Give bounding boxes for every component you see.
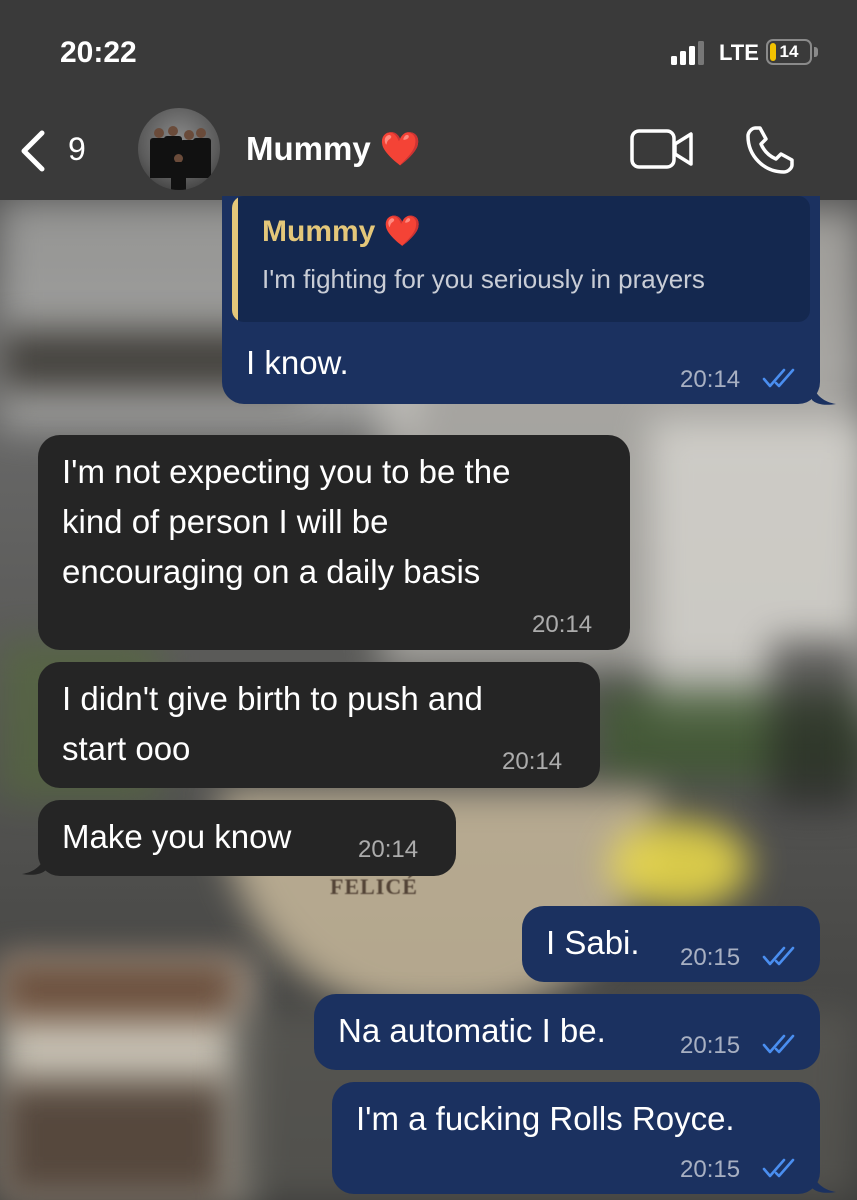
message-text-line: start ooo bbox=[62, 730, 191, 767]
network-type: LTE bbox=[719, 40, 759, 65]
double-check-icon bbox=[762, 1158, 795, 1178]
battery-nub bbox=[814, 47, 818, 57]
message-text-line: I didn't give birth to push and bbox=[62, 680, 483, 717]
message-time: 20:14 bbox=[532, 611, 593, 638]
message-time: 20:15 bbox=[680, 1032, 741, 1059]
video-camera-icon[interactable] bbox=[630, 128, 694, 170]
message-text: I know. bbox=[246, 344, 349, 381]
message-text-line: I'm not expecting you to be the bbox=[62, 453, 511, 490]
quoted-message[interactable]: Mummy ❤️ I'm fighting for you seriously … bbox=[232, 196, 810, 322]
message-time: 20:14 bbox=[680, 366, 741, 393]
bubble-tail bbox=[812, 1172, 836, 1193]
message-bubble-incoming[interactable]: I didn't give birth to push and start oo… bbox=[38, 662, 600, 788]
bubble-tail bbox=[812, 384, 836, 405]
chat-header: 20:22 LTE 14 9 Mummy ❤️ bbox=[0, 0, 857, 200]
signal-icon bbox=[671, 41, 704, 65]
message-bubble-outgoing[interactable]: Na automatic I be. 20:15 bbox=[314, 994, 820, 1070]
message-text-line: encouraging on a daily basis bbox=[62, 553, 481, 590]
double-check-icon bbox=[762, 368, 795, 388]
message-bubble-incoming[interactable]: Make you know 20:14 bbox=[38, 800, 456, 876]
quote-author: Mummy ❤️ bbox=[262, 215, 422, 248]
message-bubble-outgoing[interactable]: I Sabi. 20:15 bbox=[522, 906, 820, 982]
double-check-icon bbox=[762, 1034, 795, 1054]
message-text: I'm a fucking Rolls Royce. bbox=[356, 1100, 735, 1137]
quote-accent-bar bbox=[232, 196, 238, 322]
contact-name[interactable]: Mummy ❤️ bbox=[246, 130, 421, 169]
unread-count: 9 bbox=[68, 131, 86, 167]
back-button[interactable]: 9 bbox=[18, 125, 98, 175]
message-bubble-outgoing[interactable]: I'm a fucking Rolls Royce. 20:15 bbox=[332, 1082, 820, 1194]
back-chevron-icon bbox=[21, 130, 45, 172]
battery-level: 14 bbox=[779, 42, 799, 61]
double-check-icon bbox=[762, 946, 795, 966]
message-time: 20:15 bbox=[680, 1156, 741, 1183]
phone-icon[interactable] bbox=[744, 124, 796, 176]
status-time: 20:22 bbox=[60, 36, 137, 69]
quote-text: I'm fighting for you seriously in prayer… bbox=[262, 264, 705, 294]
message-bubble-incoming[interactable]: I'm not expecting you to be the kind of … bbox=[38, 435, 630, 650]
message-bubble-outgoing[interactable]: Mummy ❤️ I'm fighting for you seriously … bbox=[222, 196, 820, 404]
message-time: 20:14 bbox=[502, 748, 563, 775]
message-text-line: kind of person I will be bbox=[62, 503, 389, 540]
cafe-sign-text: FELICÉ bbox=[330, 874, 418, 899]
message-text: Make you know bbox=[62, 818, 292, 855]
message-time: 20:15 bbox=[680, 944, 741, 971]
bubble-tail bbox=[22, 854, 46, 875]
message-text: I Sabi. bbox=[546, 924, 640, 961]
message-time: 20:14 bbox=[358, 836, 419, 863]
contact-avatar[interactable] bbox=[138, 108, 220, 190]
message-text: Na automatic I be. bbox=[338, 1012, 606, 1049]
battery-icon: 14 bbox=[766, 39, 812, 65]
